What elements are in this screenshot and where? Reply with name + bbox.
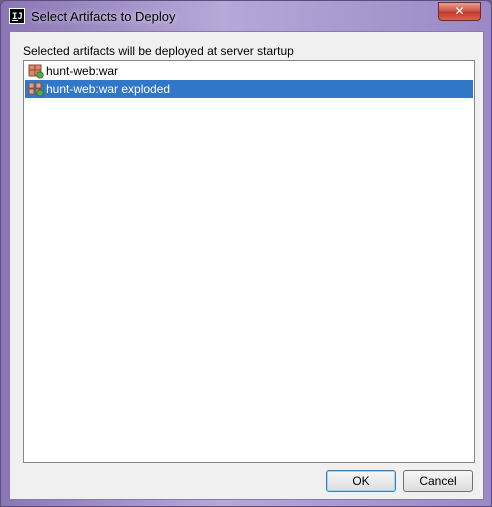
close-button[interactable]: ✕ xyxy=(438,2,481,21)
list-item[interactable]: hunt-web:war xyxy=(25,62,473,80)
title-bar[interactable]: IJ Select Artifacts to Deploy ✕ xyxy=(1,1,491,31)
artifacts-list[interactable]: hunt-web:war hunt-web:war exploded xyxy=(23,60,475,463)
cancel-button[interactable]: Cancel xyxy=(403,470,473,492)
close-icon: ✕ xyxy=(454,4,465,18)
ok-button[interactable]: OK xyxy=(326,470,396,492)
list-item-label: hunt-web:war exploded xyxy=(46,82,171,96)
war-artifact-icon xyxy=(28,64,44,79)
dialog-caption: Selected artifacts will be deployed at s… xyxy=(23,44,294,58)
dialog-window: IJ Select Artifacts to Deploy ✕ Selected… xyxy=(0,0,492,507)
dialog-content: Selected artifacts will be deployed at s… xyxy=(9,31,484,500)
window-title: Select Artifacts to Deploy xyxy=(31,9,176,24)
list-item-selected[interactable]: hunt-web:war exploded xyxy=(25,80,473,98)
button-row: OK Cancel xyxy=(10,470,483,494)
war-exploded-artifact-icon xyxy=(28,82,44,97)
list-item-label: hunt-web:war xyxy=(46,64,119,78)
intellij-app-icon: IJ xyxy=(9,8,25,24)
